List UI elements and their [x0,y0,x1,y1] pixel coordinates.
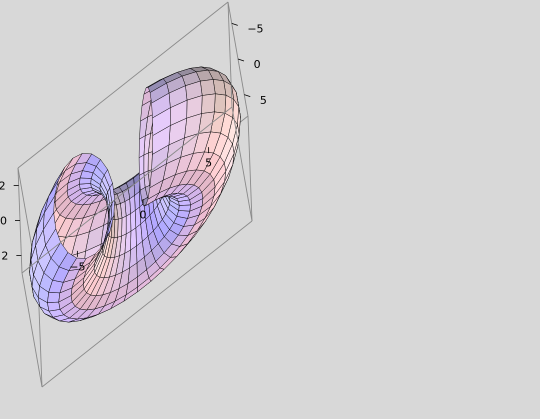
z-axis-tick-label: 2 [1,250,8,263]
surface-facet [214,93,227,114]
y-axis-tick-mark [231,22,238,26]
surface-facet [200,79,216,96]
x-axis-tick-label: 0 [140,209,147,222]
surface-facet [47,301,61,312]
x-axis-tick-label: 5 [205,157,212,170]
plot-canvas[interactable]: −5 0 5 −5 0 5 −2 0 2 [0,0,540,419]
surface-facet [138,154,145,176]
box-edge-line [231,106,253,222]
surface-facet [201,93,216,114]
z-axis-tick-label: 0 [0,215,7,228]
z-axis-tick-label: −2 [0,180,6,193]
surface-facet [178,204,191,212]
torus-surface [29,66,241,323]
surface-facet [130,210,137,232]
surface-facet [47,292,61,303]
y-axis-tick-mark [244,94,251,98]
y-axis-tick-label: 5 [260,94,267,107]
y-axis-tick-label: −5 [247,23,263,36]
y-axis-tick-label: 0 [254,58,261,71]
torus-plot-3d[interactable]: −5 0 5 −5 0 5 −2 0 2 [0,0,540,419]
surface-facet [79,177,92,185]
y-axis-tick-mark [237,58,245,62]
x-axis-tick-label: −5 [69,260,85,273]
box-edge-line [247,115,253,222]
surface-facet [121,215,127,237]
surface-facet [143,152,149,174]
surface-facet [139,172,146,191]
surface-facet [130,227,137,251]
surface-facet [125,213,132,235]
